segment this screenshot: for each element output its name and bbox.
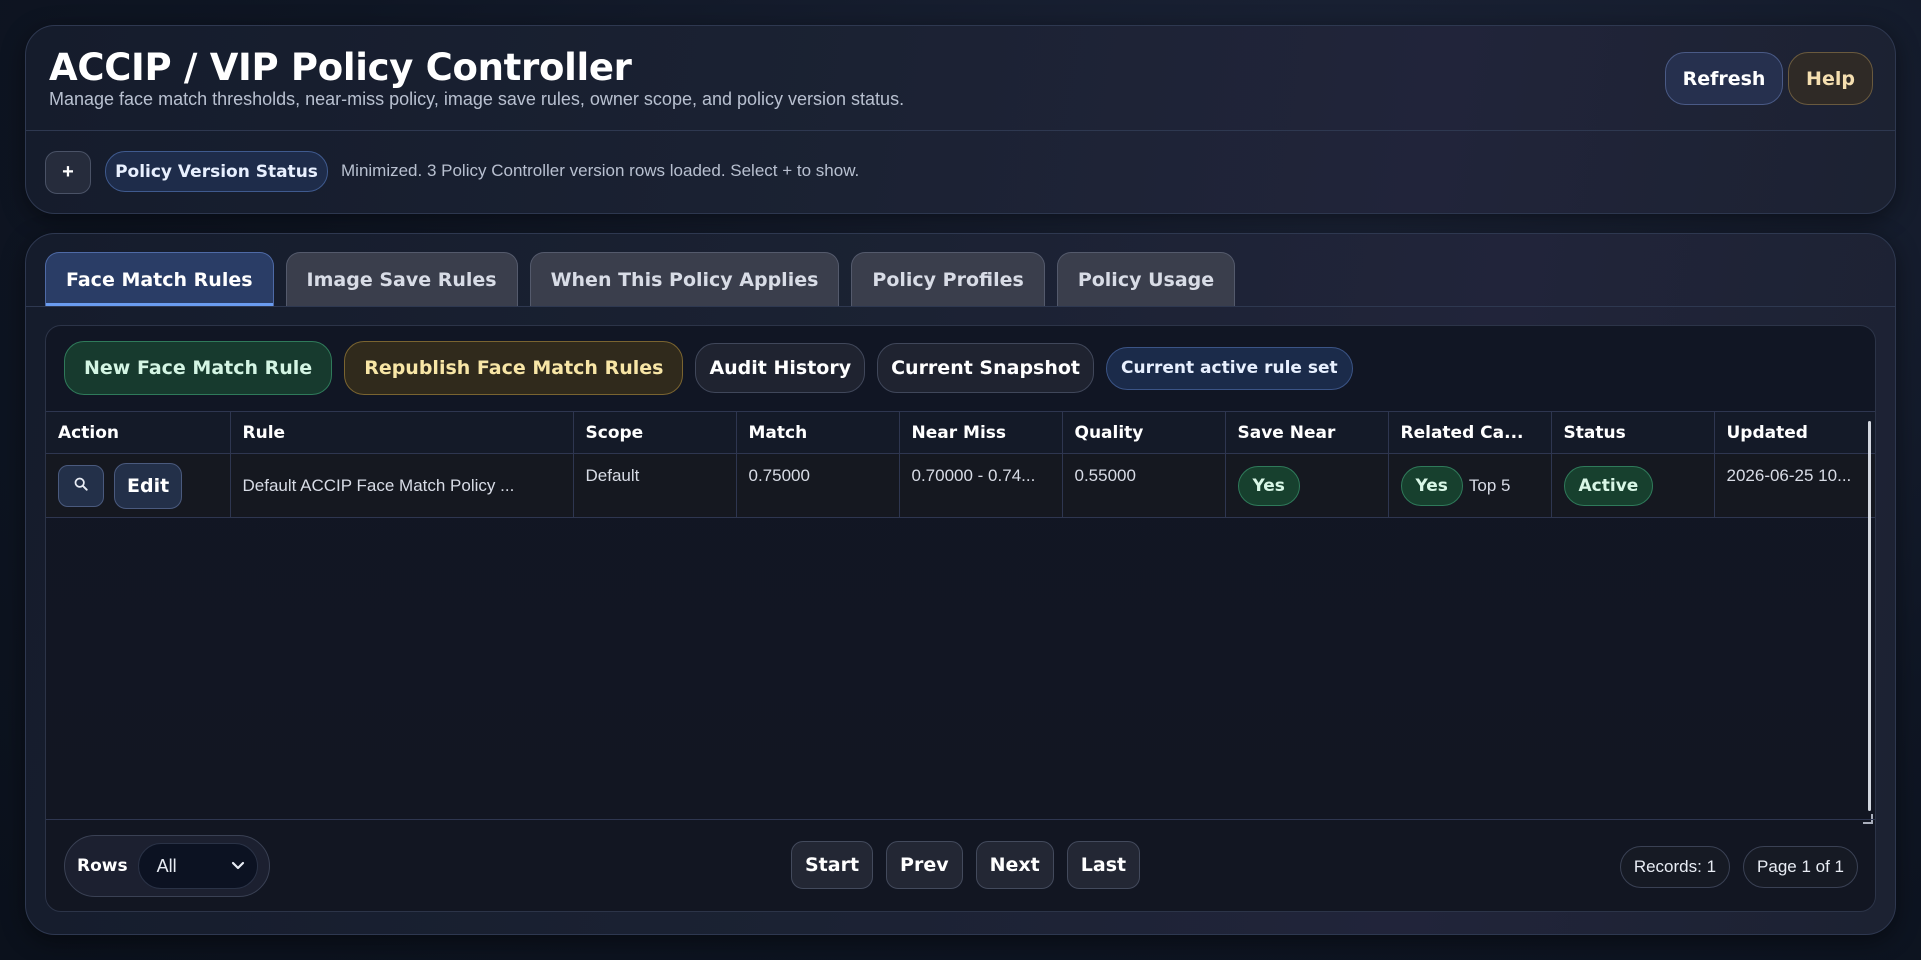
table-header-row: Action Rule Scope Match Near Miss Qualit… xyxy=(46,411,1875,454)
policy-version-status-text: Minimized. 3 Policy Controller version r… xyxy=(341,161,860,180)
rows-per-page-select[interactable]: All xyxy=(137,843,258,889)
chevron-down-icon xyxy=(231,858,245,874)
records-count: Records: 1 xyxy=(1619,846,1731,888)
quality-cell: 0.55000 xyxy=(1062,453,1226,518)
current-active-rule-set-badge: Current active rule set xyxy=(1106,346,1353,390)
column-header-updated[interactable]: Updated xyxy=(1714,411,1875,454)
start-page-button[interactable]: Start xyxy=(791,841,874,889)
table-row[interactable]: Edit Default ACCIP Face Match Policy ...… xyxy=(46,453,1875,518)
page-indicator: Page 1 of 1 xyxy=(1743,846,1858,888)
last-page-button[interactable]: Last xyxy=(1066,841,1141,889)
rules-table-container: Action Rule Scope Match Near Miss Qualit… xyxy=(46,411,1875,518)
related-enabled-badge: Yes xyxy=(1400,465,1463,506)
column-header-action[interactable]: Action xyxy=(46,411,231,454)
prev-page-button[interactable]: Prev xyxy=(886,841,963,889)
pagination: Start Prev Next Last xyxy=(791,841,1141,889)
column-header-related[interactable]: Related Ca... xyxy=(1388,411,1552,454)
rows-label: Rows xyxy=(77,856,128,876)
save-near-badge: Yes xyxy=(1237,465,1300,506)
tab-image-save-rules[interactable]: Image Save Rules xyxy=(285,252,518,306)
rows-per-page-group: Rows All xyxy=(64,835,270,897)
column-header-save-near[interactable]: Save Near xyxy=(1225,411,1389,454)
current-snapshot-button[interactable]: Current Snapshot xyxy=(877,343,1095,393)
column-header-rule[interactable]: Rule xyxy=(230,411,574,454)
expand-toggle-button[interactable]: + xyxy=(45,151,91,194)
status-badge: Active xyxy=(1563,465,1654,506)
status-cell: Active xyxy=(1551,453,1715,518)
tab-bar: Face Match Rules Image Save Rules When T… xyxy=(45,252,1236,306)
face-match-rules-content: New Face Match Rule Republish Face Match… xyxy=(45,325,1876,912)
policy-version-status-badge: Policy Version Status xyxy=(105,151,328,192)
tab-when-this-policy-applies[interactable]: When This Policy Applies xyxy=(529,252,840,306)
table-scrollbar[interactable] xyxy=(1868,421,1871,811)
page-title: ACCIP / VIP Policy Controller xyxy=(49,46,632,89)
action-cell: Edit xyxy=(46,453,231,518)
save-near-cell: Yes xyxy=(1225,453,1389,518)
column-header-quality[interactable]: Quality xyxy=(1062,411,1226,454)
republish-face-match-rules-button[interactable]: Republish Face Match Rules xyxy=(344,341,684,395)
column-header-match[interactable]: Match xyxy=(736,411,900,454)
near-miss-cell: 0.70000 - 0.74... xyxy=(899,453,1063,518)
tab-policy-usage[interactable]: Policy Usage xyxy=(1056,252,1236,306)
column-header-status[interactable]: Status xyxy=(1551,411,1715,454)
page-subtitle: Manage face match thresholds, near-miss … xyxy=(49,89,905,109)
updated-cell: 2026-06-25 10... xyxy=(1714,453,1875,518)
refresh-button[interactable]: Refresh xyxy=(1665,52,1783,105)
column-header-near-miss[interactable]: Near Miss xyxy=(899,411,1063,454)
new-face-match-rule-button[interactable]: New Face Match Rule xyxy=(64,341,333,395)
table-meta: Records: 1 Page 1 of 1 xyxy=(1619,846,1858,888)
search-icon xyxy=(74,477,88,495)
tab-face-match-rules[interactable]: Face Match Rules xyxy=(45,252,274,306)
match-cell: 0.75000 xyxy=(736,453,900,518)
audit-history-button[interactable]: Audit History xyxy=(695,343,866,393)
table-footer: Rows All Start Prev Next Last Records: 1… xyxy=(46,819,1875,911)
next-page-button[interactable]: Next xyxy=(975,841,1054,889)
tabs-divider xyxy=(26,306,1895,307)
rule-cell: Default ACCIP Face Match Policy ... xyxy=(230,453,574,518)
tab-policy-profiles[interactable]: Policy Profiles xyxy=(851,252,1045,306)
related-cell: Yes Top 5 xyxy=(1388,453,1552,518)
header-divider xyxy=(26,130,1895,131)
rules-table: Action Rule Scope Match Near Miss Qualit… xyxy=(46,411,1875,518)
related-top-text: Top 5 xyxy=(1468,475,1511,495)
edit-button[interactable]: Edit xyxy=(114,462,183,509)
view-button[interactable] xyxy=(58,464,104,507)
main-panel: Face Match Rules Image Save Rules When T… xyxy=(25,233,1896,935)
rows-select-value: All xyxy=(156,855,177,876)
header-panel: ACCIP / VIP Policy Controller Manage fac… xyxy=(25,25,1896,214)
toolbar: New Face Match Rule Republish Face Match… xyxy=(64,341,1353,395)
scope-cell: Default xyxy=(573,453,737,518)
help-button[interactable]: Help xyxy=(1788,52,1873,105)
column-header-scope[interactable]: Scope xyxy=(573,411,737,454)
